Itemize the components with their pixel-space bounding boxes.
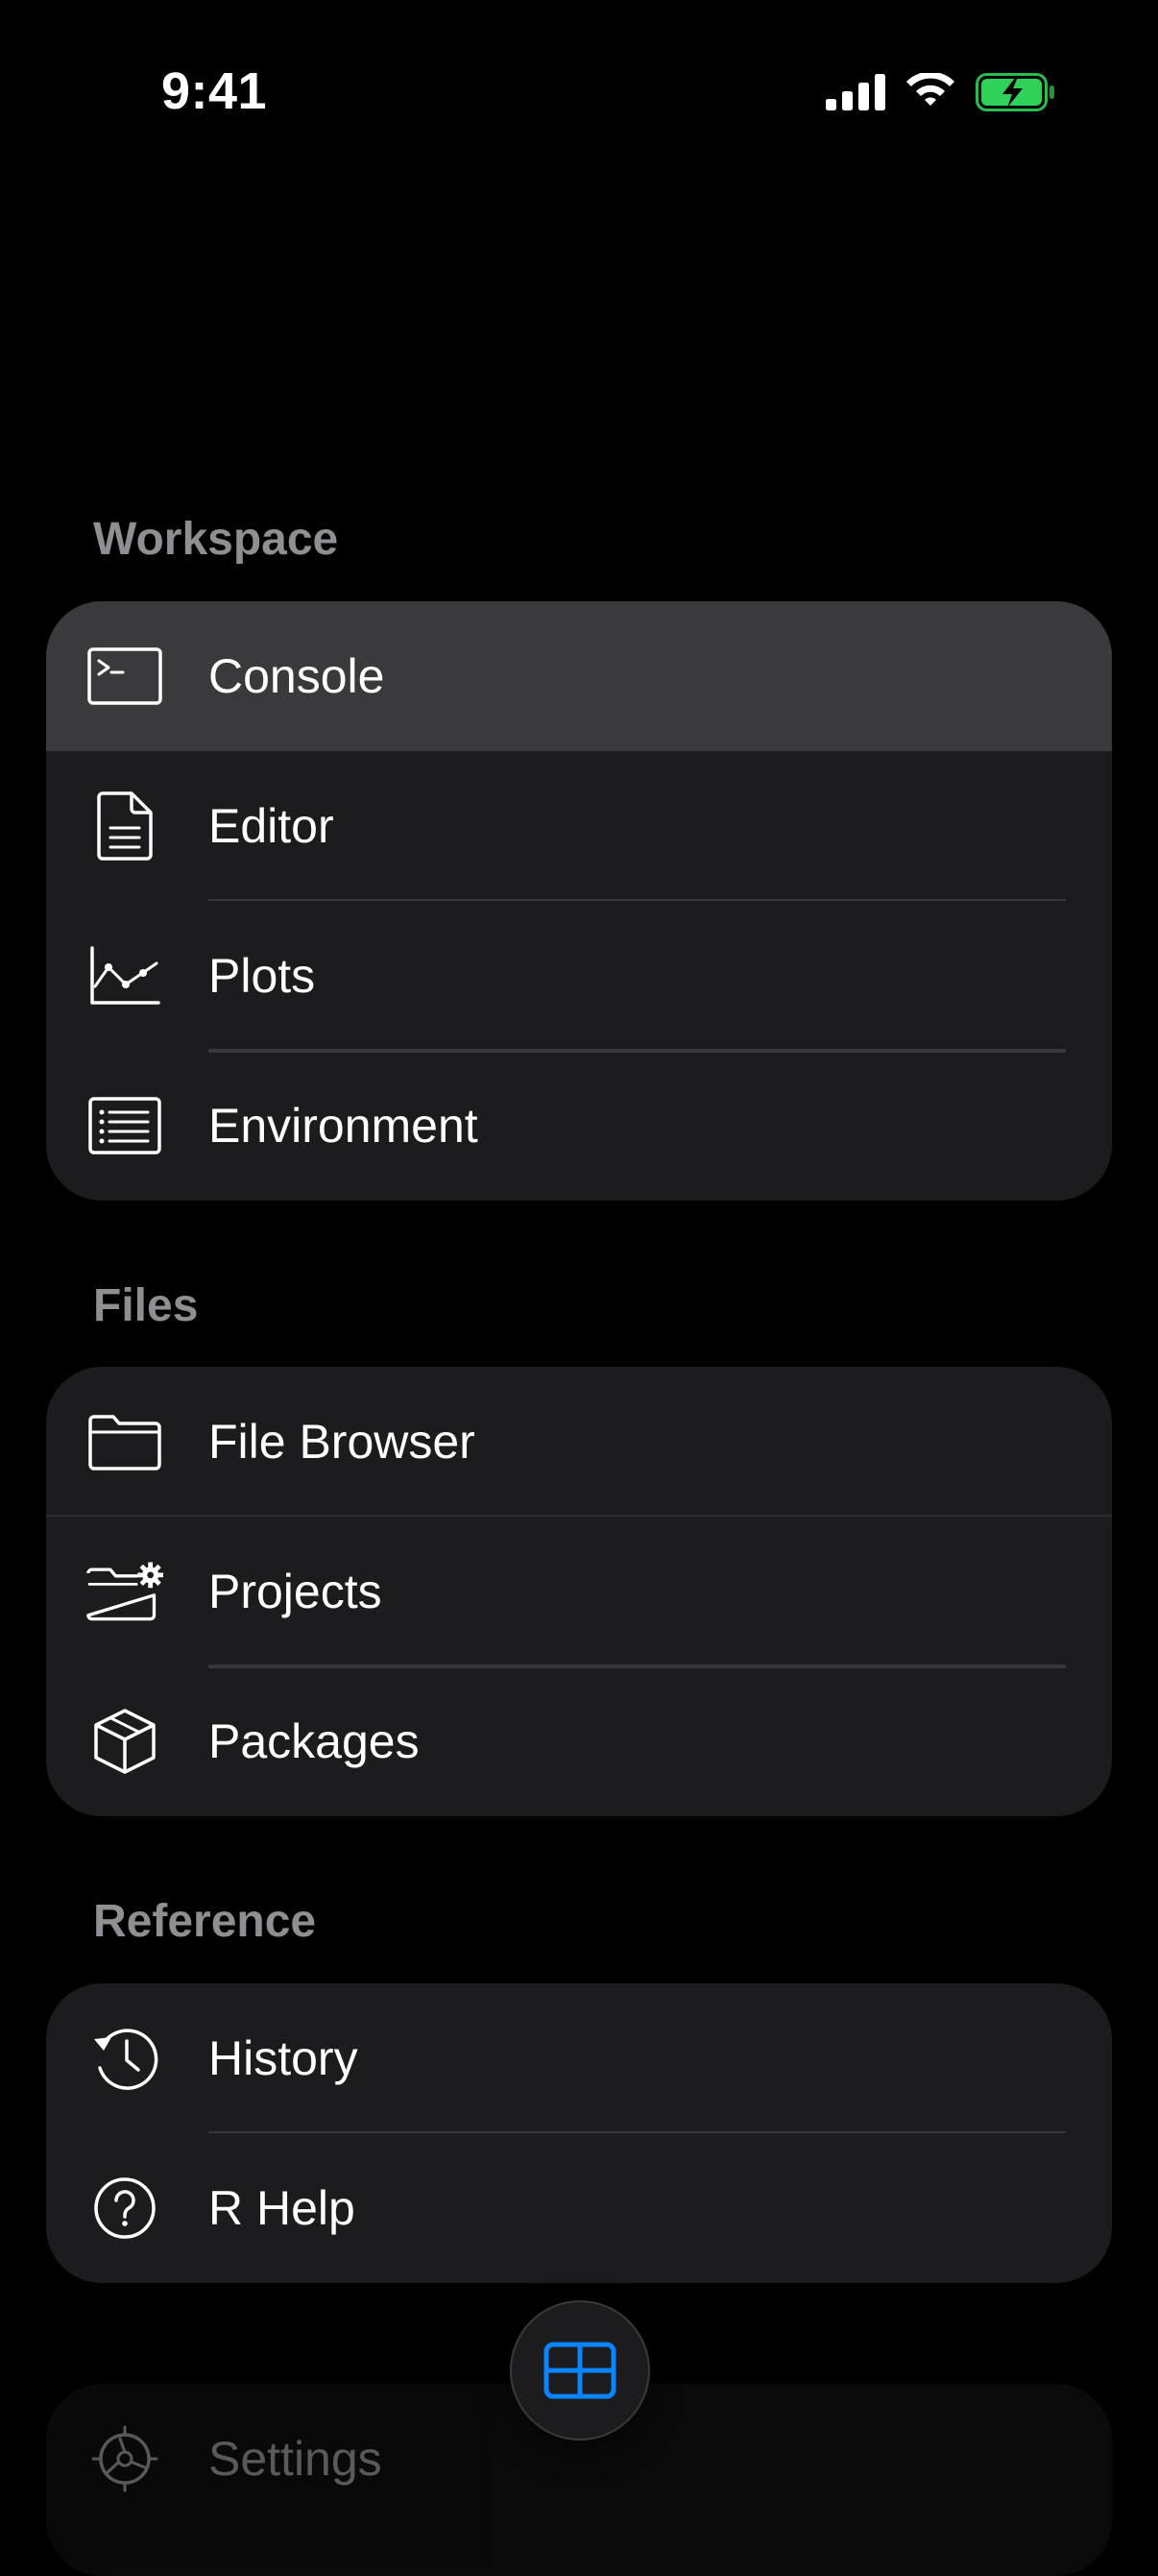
list-icon <box>86 1087 163 1164</box>
sidebar-item-label: Settings <box>208 2432 382 2486</box>
cellular-signal-icon <box>826 74 885 110</box>
sidebar-item-label: History <box>208 2031 358 2085</box>
files-group: File Browser Projects Packages <box>46 1367 1112 1816</box>
folder-icon <box>86 1403 163 1480</box>
history-icon <box>86 2020 163 2097</box>
help-icon <box>86 2170 163 2247</box>
terminal-icon <box>86 638 163 715</box>
sidebar-item-projects[interactable]: Projects <box>46 1517 1112 1666</box>
row-divider <box>208 1051 1066 1053</box>
sidebar-item-plots[interactable]: Plots <box>46 901 1112 1051</box>
status-time: 9:41 <box>161 62 268 120</box>
section-title-reference: Reference <box>93 1896 317 1947</box>
package-icon <box>86 1703 163 1780</box>
sidebar-item-environment[interactable]: Environment <box>46 1051 1112 1201</box>
reference-group: History R Help <box>46 1983 1112 2283</box>
sidebar-item-label: File Browser <box>208 1415 475 1469</box>
section-title-files: Files <box>93 1280 199 1331</box>
section-title-workspace: Workspace <box>93 514 339 565</box>
row-divider <box>208 1666 1066 1668</box>
document-icon <box>86 788 163 864</box>
line-chart-icon <box>86 937 163 1014</box>
sidebar-item-history[interactable]: History <box>46 1983 1112 2133</box>
wifi-icon <box>906 73 954 106</box>
gear-icon <box>86 2420 163 2497</box>
sidebar-item-label: Environment <box>208 1099 478 1153</box>
status-icons <box>826 73 1056 111</box>
workspace-group: Console Editor Plots Environment <box>46 601 1112 1201</box>
folder-gear-icon <box>86 1553 163 1630</box>
sidebar-item-label: Console <box>208 649 385 703</box>
sidebar-item-console[interactable]: Console <box>46 601 1112 751</box>
sidebar-item-label: Editor <box>208 799 334 853</box>
sidebar-item-editor[interactable]: Editor <box>46 751 1112 901</box>
grid-icon <box>543 2342 616 2399</box>
battery-charging-icon <box>976 73 1054 111</box>
sidebar-item-packages[interactable]: Packages <box>46 1666 1112 1816</box>
sidebar-item-label: Plots <box>208 949 316 1003</box>
status-bar: 9:41 <box>0 0 1158 192</box>
sidebar-item-label: Packages <box>208 1714 420 1768</box>
sidebar-item-file-browser[interactable]: File Browser <box>46 1367 1112 1517</box>
sidebar-item-r-help[interactable]: R Help <box>46 2133 1112 2283</box>
sidebar-item-label: Projects <box>208 1565 382 1618</box>
layout-toggle-button[interactable] <box>510 2300 650 2441</box>
sidebar-item-label: R Help <box>208 2181 355 2235</box>
